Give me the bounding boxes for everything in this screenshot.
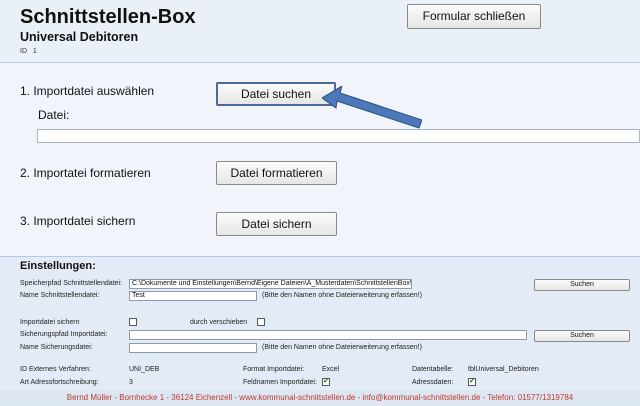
name-label: Name Schnittstellendatei:	[20, 292, 100, 299]
backup-path-field[interactable]	[129, 330, 527, 340]
path-field[interactable]: C:\Dokumente und Einstellungen\Bernd\Eig…	[129, 279, 412, 289]
move-label: durch verschieben	[190, 319, 248, 326]
path-search-button[interactable]: Suchen	[534, 279, 630, 291]
move-checkbox[interactable]	[257, 318, 265, 326]
backup-checkbox[interactable]	[129, 318, 137, 326]
backup-name-field[interactable]	[129, 343, 257, 353]
pointer-arrow-icon	[322, 86, 422, 129]
addr-type-label: Art Adressfortschreibung:	[20, 379, 99, 386]
backup-name-label: Name Sicherungsdatei:	[20, 344, 93, 351]
format-label: Format Importdatei:	[243, 366, 305, 373]
app-subtitle: Universal Debitoren	[20, 30, 139, 44]
backup-path-label: Sicherungspfad Importdatei:	[20, 331, 108, 338]
step2-label: 2. Importatei formatieren	[20, 166, 151, 180]
addr-data-label: Adressdaten:	[412, 379, 454, 386]
table-label: Datentabelle:	[412, 366, 454, 373]
addr-type-value: 3	[129, 379, 133, 386]
table-value: tblUniversal_Debitoren	[468, 366, 539, 373]
name-hint: (Bitte den Namen ohne Dateierweiterung e…	[262, 292, 422, 299]
fieldnames-checkbox[interactable]: ✔	[322, 378, 330, 386]
id-value: 1	[32, 48, 37, 55]
file-label: Datei:	[38, 108, 70, 122]
save-file-button[interactable]: Datei sichern	[216, 212, 337, 236]
pointer-arrow-shape	[322, 86, 422, 129]
backup-search-button[interactable]: Suchen	[534, 330, 630, 342]
checkmark-icon: ✔	[323, 378, 329, 385]
settings-title: Einstellungen:	[20, 260, 96, 272]
ext-id-label: ID Externes Verfahren:	[20, 366, 91, 373]
backup-label: Importdatei sichern	[20, 319, 80, 326]
search-file-button[interactable]: Datei suchen	[216, 82, 336, 106]
app-title: Schnittstellen-Box	[20, 6, 196, 28]
checkmark-icon: ✔	[469, 378, 475, 385]
step1-label: 1. Importdatei auswählen	[20, 84, 155, 98]
fieldnames-label: Feldnamen Importdatei:	[243, 379, 317, 386]
step3-label: 3. Importdatei sichern	[20, 214, 136, 228]
addr-data-checkbox[interactable]: ✔	[468, 378, 476, 386]
name-field[interactable]: Test	[129, 291, 257, 301]
settings-section	[0, 256, 640, 391]
format-value: Excel	[322, 366, 340, 373]
ext-id-value: UNI_DEB	[129, 366, 160, 373]
footer-contact: Bernd Müller - Bornhecke 1 - 36124 Eiche…	[66, 393, 574, 402]
id-line: ID 1	[20, 48, 37, 55]
backup-name-hint: (Bitte den Namen ohne Dateierweiterung e…	[262, 344, 422, 351]
format-file-button[interactable]: Datei formatieren	[216, 161, 337, 185]
id-label: ID	[20, 48, 27, 55]
close-form-button[interactable]: Formular schließen	[407, 4, 541, 29]
path-label: Speicherpfad Schnittstellendatei:	[20, 280, 122, 287]
file-path-field[interactable]	[37, 129, 640, 143]
